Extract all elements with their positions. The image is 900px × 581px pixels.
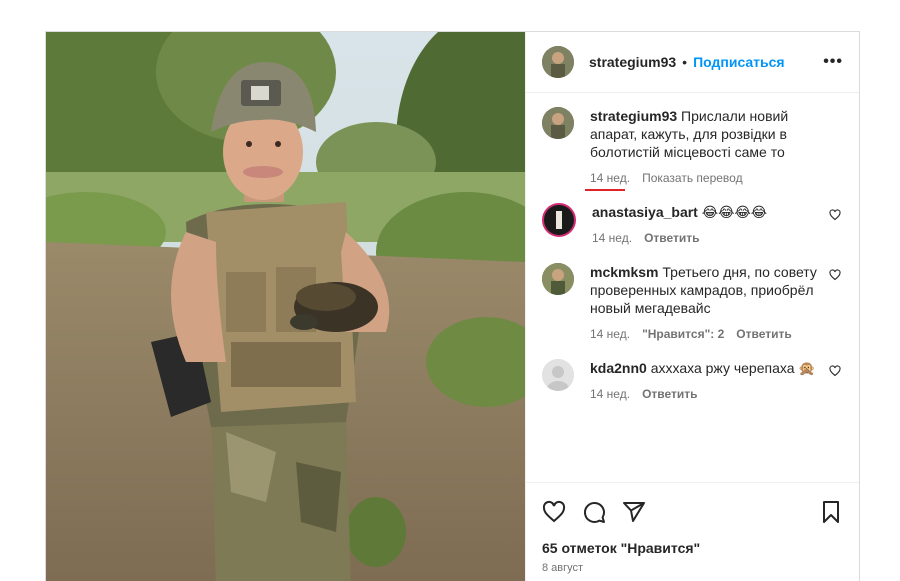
heart-icon[interactable] <box>829 365 841 377</box>
comment-meta: 14 нед. Ответить <box>592 229 819 247</box>
red-underline-annotation <box>585 189 625 191</box>
commenter-avatar[interactable] <box>542 203 576 237</box>
follow-button[interactable]: Подписаться <box>693 54 785 70</box>
comment-body: mckmksm Третьего дня, по совету проверен… <box>590 263 843 343</box>
comment-time[interactable]: 14 нед. <box>590 325 630 343</box>
heart-icon[interactable] <box>829 209 841 221</box>
caption: strategium93 Прислали новий апарат, кажу… <box>542 107 843 191</box>
caption-avatar[interactable] <box>542 107 574 139</box>
comment-item: anastasiya_bart 😂😂😂😂 14 нед. Ответить <box>542 203 843 247</box>
action-bar <box>526 482 859 540</box>
reply-button[interactable]: Ответить <box>644 229 699 247</box>
caption-time[interactable]: 14 нед. <box>590 171 630 185</box>
post-card: strategium93 • Подписаться ••• strategiu… <box>45 31 860 581</box>
post-sidebar: strategium93 • Подписаться ••• strategiu… <box>525 32 859 581</box>
comments-list: strategium93 Прислали новий апарат, кажу… <box>526 93 859 482</box>
separator-dot: • <box>682 54 688 70</box>
caption-time-wrap: 14 нед. <box>585 169 630 191</box>
post-date[interactable]: 8 август <box>526 560 859 581</box>
commenter-avatar[interactable] <box>542 359 574 391</box>
comment-icon[interactable] <box>582 500 606 524</box>
reply-button[interactable]: Ответить <box>642 385 697 403</box>
reply-button[interactable]: Ответить <box>736 325 791 343</box>
heart-icon[interactable] <box>829 269 841 281</box>
comment-item: mckmksm Третьего дня, по совету проверен… <box>542 263 843 343</box>
commenter-avatar[interactable] <box>542 263 574 295</box>
likes-count[interactable]: 65 отметок "Нравится" <box>526 540 859 560</box>
caption-body: strategium93 Прислали новий апарат, кажу… <box>585 107 843 191</box>
soldier-with-turtle-image <box>46 32 525 581</box>
comment-username[interactable]: anastasiya_bart <box>592 204 698 220</box>
comment-username[interactable]: mckmksm <box>590 264 659 280</box>
author-username[interactable]: strategium93 <box>589 54 676 70</box>
comment-likes-count[interactable]: "Нравится": 2 <box>642 325 724 343</box>
comment-time[interactable]: 14 нед. <box>590 385 630 403</box>
author-avatar[interactable] <box>542 46 574 78</box>
more-icon[interactable]: ••• <box>823 53 843 71</box>
comment-body: anastasiya_bart 😂😂😂😂 14 нед. Ответить <box>592 203 843 247</box>
comment-text: ахххаха ржу черепаха 🙊 <box>650 360 816 376</box>
comment-meta: 14 нед. "Нравится": 2 Ответить <box>590 325 819 343</box>
comment-body: kda2nn0 ахххаха ржу черепаха 🙊 14 нед. О… <box>590 359 843 403</box>
comment-item: kda2nn0 ахххаха ржу черепаха 🙊 14 нед. О… <box>542 359 843 403</box>
comment-username[interactable]: kda2nn0 <box>590 360 647 376</box>
post-photo[interactable] <box>46 32 525 581</box>
comment-time[interactable]: 14 нед. <box>592 229 632 247</box>
caption-meta: 14 нед. Показать перевод <box>585 169 819 191</box>
comment-meta: 14 нед. Ответить <box>590 385 819 403</box>
like-icon[interactable] <box>542 500 566 524</box>
post-header: strategium93 • Подписаться ••• <box>526 32 859 93</box>
share-icon[interactable] <box>622 500 646 524</box>
bookmark-icon[interactable] <box>819 500 843 524</box>
comment-text: 😂😂😂😂 <box>701 204 768 220</box>
caption-username[interactable]: strategium93 <box>590 108 677 124</box>
show-translation-link[interactable]: Показать перевод <box>642 169 743 187</box>
